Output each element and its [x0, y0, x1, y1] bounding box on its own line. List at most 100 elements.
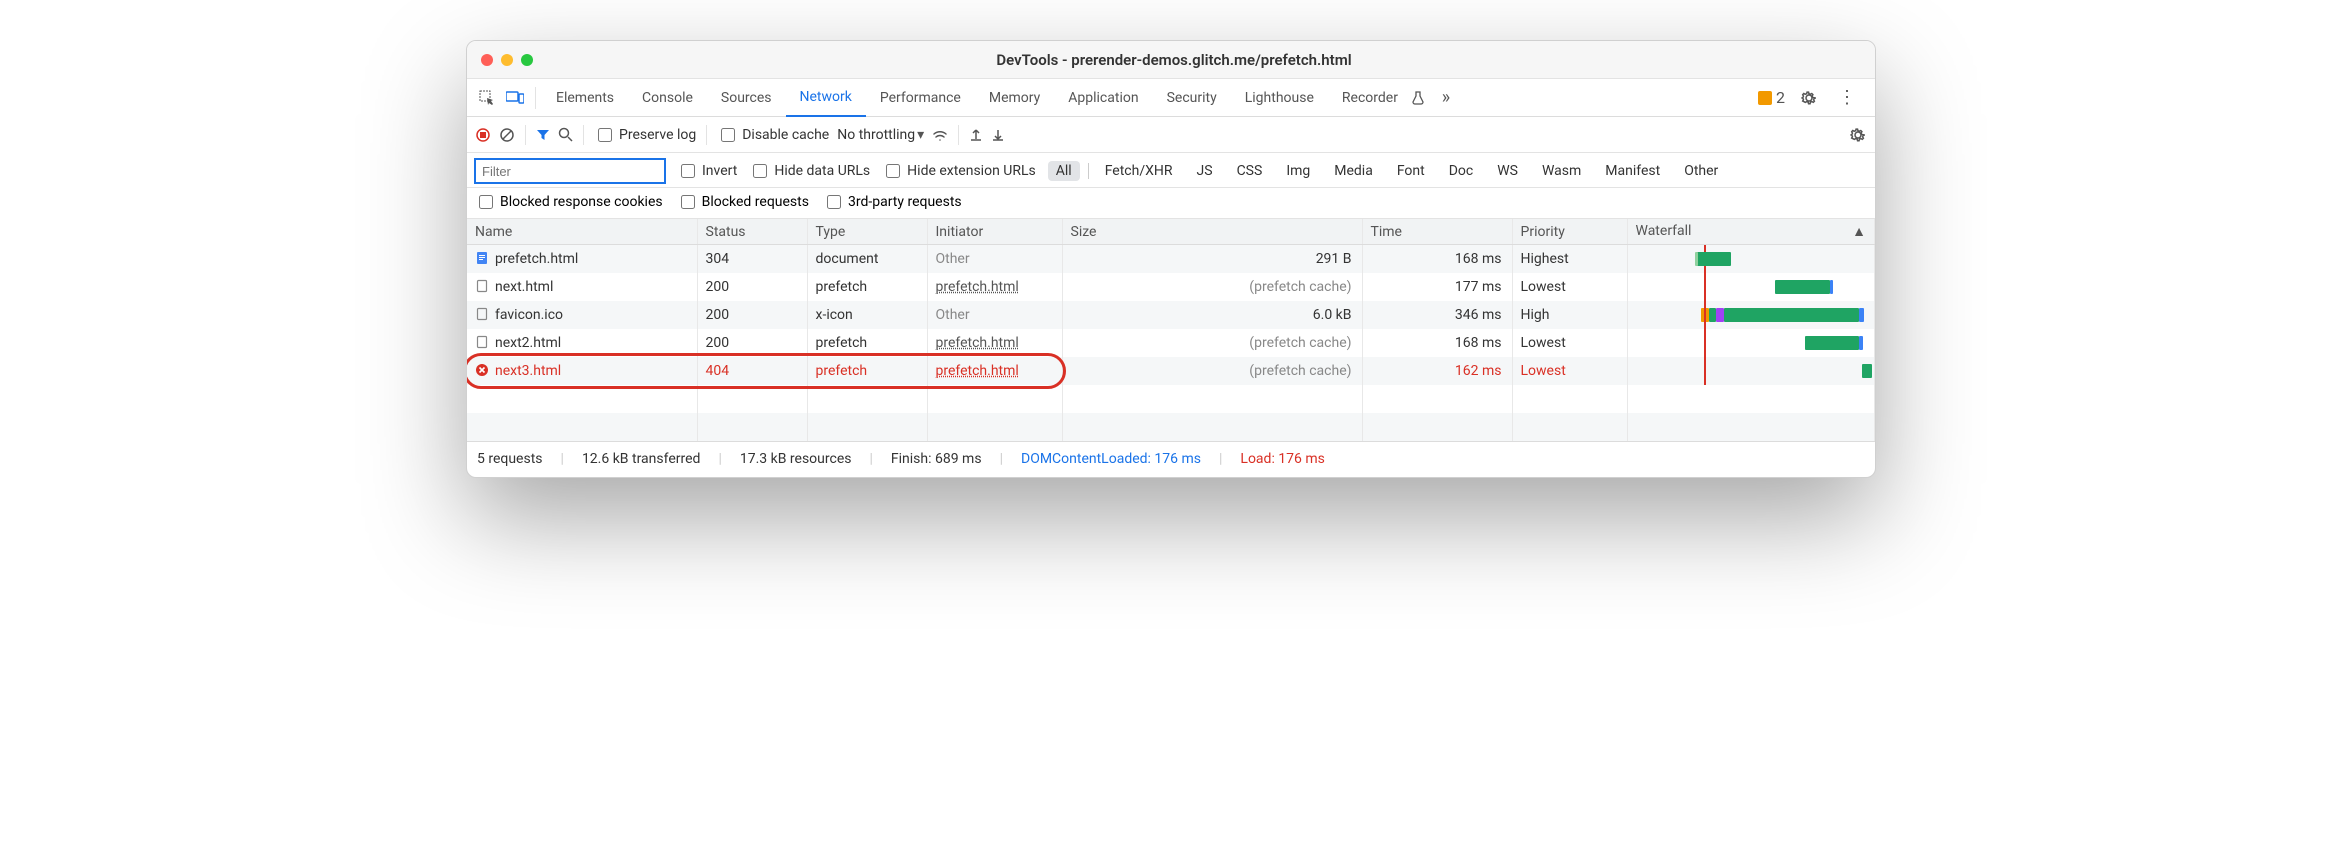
titlebar: DevTools - prerender-demos.glitch.me/pre… — [467, 41, 1875, 79]
tab-lighthouse[interactable]: Lighthouse — [1231, 79, 1328, 117]
col-type[interactable]: Type — [807, 219, 927, 245]
record-button[interactable] — [475, 127, 491, 143]
blocked-requests-checkbox[interactable]: Blocked requests — [677, 192, 809, 212]
type-filter-other[interactable]: Other — [1676, 161, 1726, 181]
type-filter-ws[interactable]: WS — [1489, 161, 1526, 181]
cell-waterfall — [1627, 273, 1875, 301]
requests-count: 5 requests — [477, 451, 543, 467]
network-settings-icon[interactable] — [1849, 126, 1867, 144]
type-filter-wasm[interactable]: Wasm — [1534, 161, 1589, 181]
filter-toggle-icon[interactable] — [536, 128, 550, 142]
blocked-cookies-checkbox[interactable]: Blocked response cookies — [475, 192, 663, 212]
throttling-select[interactable]: No throttling ▾ — [837, 127, 924, 143]
table-row[interactable]: next.html200prefetchprefetch.html(prefet… — [467, 273, 1875, 301]
tab-network[interactable]: Network — [786, 79, 866, 117]
zoom-window-button[interactable] — [521, 54, 533, 66]
cell-status: 404 — [697, 357, 807, 385]
cell-type: document — [807, 245, 927, 273]
load-time: Load: 176 ms — [1240, 451, 1324, 467]
cell-type: x-icon — [807, 301, 927, 329]
type-filter-all[interactable]: All — [1048, 161, 1080, 181]
col-name[interactable]: Name — [467, 219, 697, 245]
cell-waterfall — [1627, 329, 1875, 357]
col-time[interactable]: Time — [1362, 219, 1512, 245]
load-event-line — [1704, 329, 1706, 357]
cell-time: 168 ms — [1362, 329, 1512, 357]
type-filter-js[interactable]: JS — [1189, 161, 1221, 181]
cell-name: next3.html — [467, 357, 697, 385]
disable-cache-checkbox[interactable]: Disable cache — [717, 125, 829, 145]
settings-icon[interactable] — [1795, 84, 1823, 112]
col-priority[interactable]: Priority — [1512, 219, 1627, 245]
type-filter-manifest[interactable]: Manifest — [1597, 161, 1668, 181]
inspect-element-icon[interactable] — [473, 84, 501, 112]
tab-elements[interactable]: Elements — [542, 79, 628, 117]
initiator-link[interactable]: prefetch.html — [936, 279, 1019, 295]
flask-icon — [1404, 84, 1432, 112]
tab-security[interactable]: Security — [1153, 79, 1231, 117]
third-party-checkbox[interactable]: 3rd-party requests — [823, 192, 962, 212]
import-har-icon[interactable] — [969, 128, 983, 142]
more-tabs-icon[interactable]: » — [1432, 84, 1460, 112]
initiator-link[interactable]: prefetch.html — [936, 363, 1019, 379]
table-row[interactable]: next3.html404prefetchprefetch.html(prefe… — [467, 357, 1875, 385]
close-window-button[interactable] — [481, 54, 493, 66]
tab-console[interactable]: Console — [628, 79, 707, 117]
type-filter-font[interactable]: Font — [1389, 161, 1433, 181]
cell-name: next2.html — [467, 329, 697, 357]
kebab-menu-icon[interactable]: ⋮ — [1833, 84, 1861, 112]
load-event-line — [1704, 301, 1706, 329]
table-row-empty — [467, 385, 1875, 413]
transferred-size: 12.6 kB transferred — [582, 451, 701, 467]
minimize-window-button[interactable] — [501, 54, 513, 66]
hide-extension-urls-checkbox[interactable]: Hide extension URLs — [882, 161, 1036, 181]
tab-memory[interactable]: Memory — [975, 79, 1054, 117]
initiator-link[interactable]: prefetch.html — [936, 335, 1019, 351]
tab-recorder[interactable]: Recorder — [1328, 79, 1412, 117]
filter-input[interactable] — [475, 159, 665, 183]
col-initiator[interactable]: Initiator — [927, 219, 1062, 245]
cell-initiator: prefetch.html — [927, 357, 1062, 385]
col-waterfall[interactable]: Waterfall▲ — [1627, 219, 1875, 245]
table-header-row: Name Status Type Initiator Size Time Pri… — [467, 219, 1875, 245]
cell-size: (prefetch cache) — [1062, 273, 1362, 301]
cell-time: 168 ms — [1362, 245, 1512, 273]
type-filter-css[interactable]: CSS — [1229, 161, 1271, 181]
device-toolbar-icon[interactable] — [501, 84, 529, 112]
table-row-empty — [467, 413, 1875, 441]
preserve-log-checkbox[interactable]: Preserve log — [594, 125, 696, 145]
cell-priority: Lowest — [1512, 357, 1627, 385]
doc-outline-icon — [475, 335, 489, 349]
network-toolbar: Preserve log Disable cache No throttling… — [467, 117, 1875, 153]
col-size[interactable]: Size — [1062, 219, 1362, 245]
table-row[interactable]: next2.html200prefetchprefetch.html(prefe… — [467, 329, 1875, 357]
tab-sources[interactable]: Sources — [707, 79, 786, 117]
requests-table: Name Status Type Initiator Size Time Pri… — [467, 219, 1875, 441]
cell-size: 6.0 kB — [1062, 301, 1362, 329]
tab-performance[interactable]: Performance — [866, 79, 975, 117]
type-filter-media[interactable]: Media — [1326, 161, 1381, 181]
invert-checkbox[interactable]: Invert — [677, 161, 737, 181]
clear-button[interactable] — [499, 127, 515, 143]
col-status[interactable]: Status — [697, 219, 807, 245]
export-har-icon[interactable] — [991, 128, 1005, 142]
table-row[interactable]: prefetch.html304documentOther291 B168 ms… — [467, 245, 1875, 273]
type-filter-fetchxhr[interactable]: Fetch/XHR — [1097, 161, 1181, 181]
cell-status: 200 — [697, 329, 807, 357]
network-conditions-icon[interactable] — [932, 128, 948, 142]
resources-size: 17.3 kB resources — [740, 451, 852, 467]
cell-priority: Lowest — [1512, 273, 1627, 301]
doc-outline-icon — [475, 279, 489, 293]
cell-size: (prefetch cache) — [1062, 329, 1362, 357]
table-row[interactable]: favicon.ico200x-iconOther6.0 kB346 msHig… — [467, 301, 1875, 329]
cell-initiator: Other — [927, 245, 1062, 273]
search-icon[interactable] — [558, 127, 573, 142]
panel-tabs: ElementsConsoleSourcesNetworkPerformance… — [467, 79, 1875, 117]
warnings-badge[interactable]: 2 — [1758, 88, 1785, 107]
status-bar: 5 requests| 12.6 kB transferred| 17.3 kB… — [467, 441, 1875, 477]
hide-data-urls-checkbox[interactable]: Hide data URLs — [749, 161, 870, 181]
type-filter-img[interactable]: Img — [1278, 161, 1318, 181]
tab-application[interactable]: Application — [1054, 79, 1152, 117]
cell-waterfall — [1627, 357, 1875, 385]
type-filter-doc[interactable]: Doc — [1441, 161, 1482, 181]
